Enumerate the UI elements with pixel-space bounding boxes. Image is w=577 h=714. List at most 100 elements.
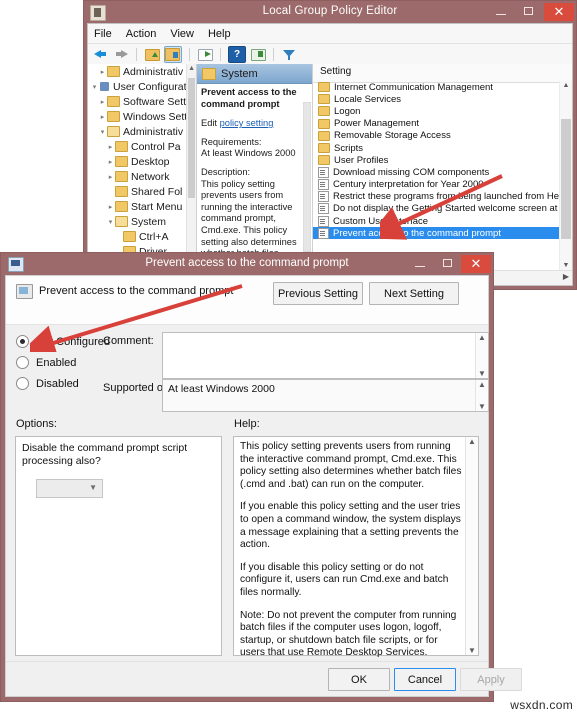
dialog-title-bar[interactable]: Prevent access to the command prompt ✕ (1, 253, 493, 275)
export-list-icon[interactable] (197, 47, 213, 62)
detail-vertical-scrollbar[interactable]: ▲ (302, 102, 312, 270)
setting-list-pane[interactable]: Setting Internet Communication Managemen… (313, 64, 572, 270)
tree-scroll-thumb[interactable] (188, 78, 195, 198)
radio-enabled[interactable]: Enabled (16, 356, 76, 369)
menu-item-help[interactable]: Help (208, 28, 231, 40)
chevron-right-icon[interactable]: ▸ (106, 173, 115, 181)
console-tree-pane[interactable]: ▸ Administrativ ▾ User Configuratio ▸ Softwar… (88, 64, 197, 270)
tree-node-label: Network (131, 170, 170, 183)
tree-node-software-setti[interactable]: ▸ Software Setti (88, 94, 196, 109)
list-scroll-thumb[interactable] (561, 119, 571, 239)
chevron-down-icon[interactable]: ▾ (90, 83, 99, 91)
gpe-toolbar: ? (88, 44, 572, 66)
chevron-right-icon[interactable]: ▸ (106, 143, 115, 151)
tree-node-administrativ[interactable]: ▾ Administrativ (88, 124, 196, 139)
chevron-down-icon[interactable]: ▼ (476, 369, 488, 378)
setting-row[interactable]: Power Management (313, 118, 560, 130)
setting-row-selected[interactable]: Prevent access to the command prompt (313, 227, 560, 240)
setting-row-label: Power Management (334, 118, 420, 130)
radio-not-configured[interactable]: Not Configured (16, 335, 110, 348)
back-icon[interactable] (93, 47, 109, 62)
dialog-minimize-button[interactable] (407, 255, 433, 273)
ok-button[interactable]: OK (328, 668, 390, 691)
chevron-right-icon[interactable]: ▸ (106, 158, 115, 166)
tree-node-start-menu[interactable]: ▸ Start Menu (88, 199, 196, 214)
watermark: wsxdn.com (510, 698, 573, 712)
chevron-right-icon[interactable]: ▸ (98, 113, 107, 121)
next-setting-button[interactable]: Next Setting (369, 282, 459, 305)
radio-disabled[interactable]: Disabled (16, 377, 79, 390)
menu-item-view[interactable]: View (170, 28, 194, 40)
comment-textarea[interactable]: ▲ ▼ (162, 332, 489, 379)
chevron-up-icon[interactable]: ▲ (188, 65, 195, 72)
show-hide-console-tree-icon[interactable] (164, 46, 182, 63)
tree-node-label: Administrativ (123, 65, 184, 78)
setting-row[interactable]: User Profiles (313, 154, 560, 166)
chevron-up-icon[interactable]: ▲ (466, 437, 478, 446)
filter-icon[interactable] (281, 47, 297, 62)
chevron-right-icon[interactable]: ▸ (98, 68, 107, 76)
setting-list: Internet Communication Management Locale … (313, 81, 572, 270)
gpe-client-area: File Action View Help ? ▸ Administrativ ▾ U… (87, 23, 573, 286)
setting-row[interactable]: Custom User Interface (313, 215, 560, 227)
chevron-up-icon[interactable]: ▲ (476, 380, 488, 389)
previous-setting-button[interactable]: Previous Setting (273, 282, 363, 305)
chevron-down-icon[interactable]: ▼ (476, 402, 488, 411)
setting-row[interactable]: Scripts (313, 142, 560, 154)
chevron-down-icon[interactable]: ▼ (560, 262, 572, 269)
help-icon[interactable]: ? (228, 46, 246, 63)
setting-row[interactable]: Century interpretation for Year 2000 (313, 179, 560, 191)
options-pane: Disable the command prompt script proces… (15, 436, 222, 656)
radio-enabled-indicator[interactable] (16, 356, 29, 369)
tree-node-desktop[interactable]: ▸ Desktop (88, 154, 196, 169)
options-dropdown[interactable]: ▼ (36, 479, 103, 498)
setting-row[interactable]: Logon (313, 105, 560, 117)
help-scrollbar[interactable]: ▲ ▼ (465, 437, 478, 655)
chevron-down-icon[interactable]: ▾ (106, 218, 115, 226)
chevron-down-icon[interactable]: ▼ (89, 483, 97, 492)
setting-row[interactable]: Removable Storage Access (313, 130, 560, 142)
radio-disabled-indicator[interactable] (16, 377, 29, 390)
tree-node-shared-fol[interactable]: Shared Fol (88, 184, 196, 199)
setting-row[interactable]: Do not display the Getting Started welco… (313, 203, 572, 215)
gpe-maximize-button[interactable] (516, 3, 542, 21)
policy-setting-link[interactable]: policy setting (220, 118, 274, 128)
gpe-panes: ▸ Administrativ ▾ User Configuratio ▸ Softwar… (88, 64, 572, 270)
menu-item-action[interactable]: Action (126, 28, 157, 40)
chevron-up-icon[interactable]: ▲ (476, 333, 488, 342)
dialog-maximize-button[interactable] (435, 255, 461, 273)
tree-node-system[interactable]: ▾ System (88, 214, 196, 229)
tree-vertical-scrollbar[interactable]: ▲ (186, 64, 196, 270)
cancel-button[interactable]: Cancel (394, 668, 456, 691)
menu-item-file[interactable]: File (94, 28, 112, 40)
chevron-down-icon[interactable]: ▼ (466, 646, 478, 655)
setting-row[interactable]: Locale Services (313, 93, 560, 105)
tree-node-administrativ[interactable]: ▸ Administrativ (88, 64, 196, 79)
chevron-right-icon[interactable]: ▸ (98, 98, 107, 106)
gpe-title-bar[interactable]: Local Group Policy Editor ✕ (84, 1, 576, 23)
gpe-close-button[interactable]: ✕ (544, 3, 574, 21)
chevron-up-icon[interactable]: ▲ (560, 82, 572, 89)
properties-icon[interactable] (250, 47, 266, 62)
chevron-right-icon[interactable]: ▸ (106, 203, 115, 211)
tree-node-control-pa[interactable]: ▸ Control Pa (88, 139, 196, 154)
detail-scroll-thumb[interactable] (303, 102, 311, 252)
tree-node-windows-sett[interactable]: ▸ Windows Sett (88, 109, 196, 124)
radio-not-configured-indicator[interactable] (16, 335, 29, 348)
setting-row[interactable]: Restrict these programs from being launc… (313, 191, 566, 203)
forward-icon[interactable] (113, 47, 129, 62)
up-one-level-icon[interactable] (144, 47, 160, 62)
comment-scrollbar[interactable]: ▲ ▼ (475, 333, 488, 378)
chevron-down-icon[interactable]: ▾ (98, 128, 107, 136)
tree-node-ctrl-a[interactable]: Ctrl+A (88, 229, 196, 244)
setting-row-label: Restrict these programs from being launc… (333, 191, 567, 203)
gpe-minimize-button[interactable] (488, 3, 514, 21)
chevron-right-icon[interactable]: ▶ (563, 272, 569, 281)
setting-row[interactable]: Internet Communication Management (313, 81, 560, 93)
dialog-close-button[interactable]: ✕ (461, 255, 491, 273)
tree-node-user-configuratio[interactable]: ▾ User Configuratio (88, 79, 196, 94)
list-vertical-scrollbar[interactable]: ▲ ▼ (559, 81, 572, 270)
supported-on-scrollbar[interactable]: ▲ ▼ (475, 380, 488, 411)
setting-row[interactable]: Download missing COM components (313, 166, 560, 178)
tree-node-network[interactable]: ▸ Network (88, 169, 196, 184)
